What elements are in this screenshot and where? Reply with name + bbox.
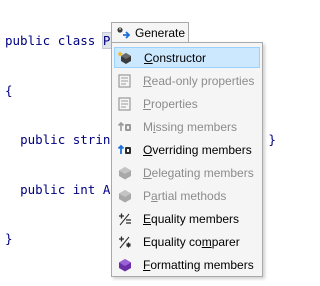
keyword-class: class bbox=[57, 33, 96, 48]
properties-icon bbox=[118, 96, 131, 111]
type-keyword: int bbox=[72, 181, 96, 197]
generate-popup-title: Generate bbox=[135, 25, 186, 40]
readonly-properties-icon bbox=[118, 73, 131, 88]
generate-menu: Constructor Read-only properties Propert… bbox=[111, 42, 263, 277]
missing-members-icon bbox=[117, 121, 131, 131]
keyword-public: public bbox=[20, 132, 66, 147]
delegating-members-icon bbox=[119, 166, 131, 179]
menu-item-partial-methods[interactable]: Partial methods bbox=[114, 185, 260, 206]
menu-item-constructor[interactable]: Constructor bbox=[114, 47, 260, 68]
partial-methods-icon bbox=[119, 189, 131, 202]
keyword-public: public bbox=[5, 33, 51, 48]
open-brace: { bbox=[5, 82, 13, 98]
menu-item-readonly-properties[interactable]: Read-only properties bbox=[114, 70, 260, 91]
overriding-members-icon bbox=[117, 144, 131, 154]
menu-item-formatting-members[interactable]: Formatting members bbox=[114, 254, 260, 275]
menu-item-equality-comparer[interactable]: Equality comparer bbox=[114, 231, 260, 252]
equality-members-icon bbox=[119, 213, 131, 225]
menu-item-equality-members[interactable]: Equality members bbox=[114, 208, 260, 229]
generate-icon bbox=[117, 26, 131, 39]
keyword-public: public bbox=[20, 181, 66, 197]
close-brace: } bbox=[5, 231, 13, 246]
menu-item-delegating-members[interactable]: Delegating members bbox=[114, 162, 260, 183]
equality-comparer-icon bbox=[119, 236, 131, 248]
generate-popup-header: Generate bbox=[111, 22, 189, 43]
menu-item-properties[interactable]: Properties bbox=[114, 93, 260, 114]
menu-item-missing-members[interactable]: Missing members bbox=[114, 116, 260, 137]
menu-item-overriding-members[interactable]: Overriding members bbox=[114, 139, 260, 160]
menu-item-label: C bbox=[144, 50, 153, 65]
formatting-members-icon bbox=[119, 258, 131, 271]
constructor-icon bbox=[118, 50, 131, 64]
